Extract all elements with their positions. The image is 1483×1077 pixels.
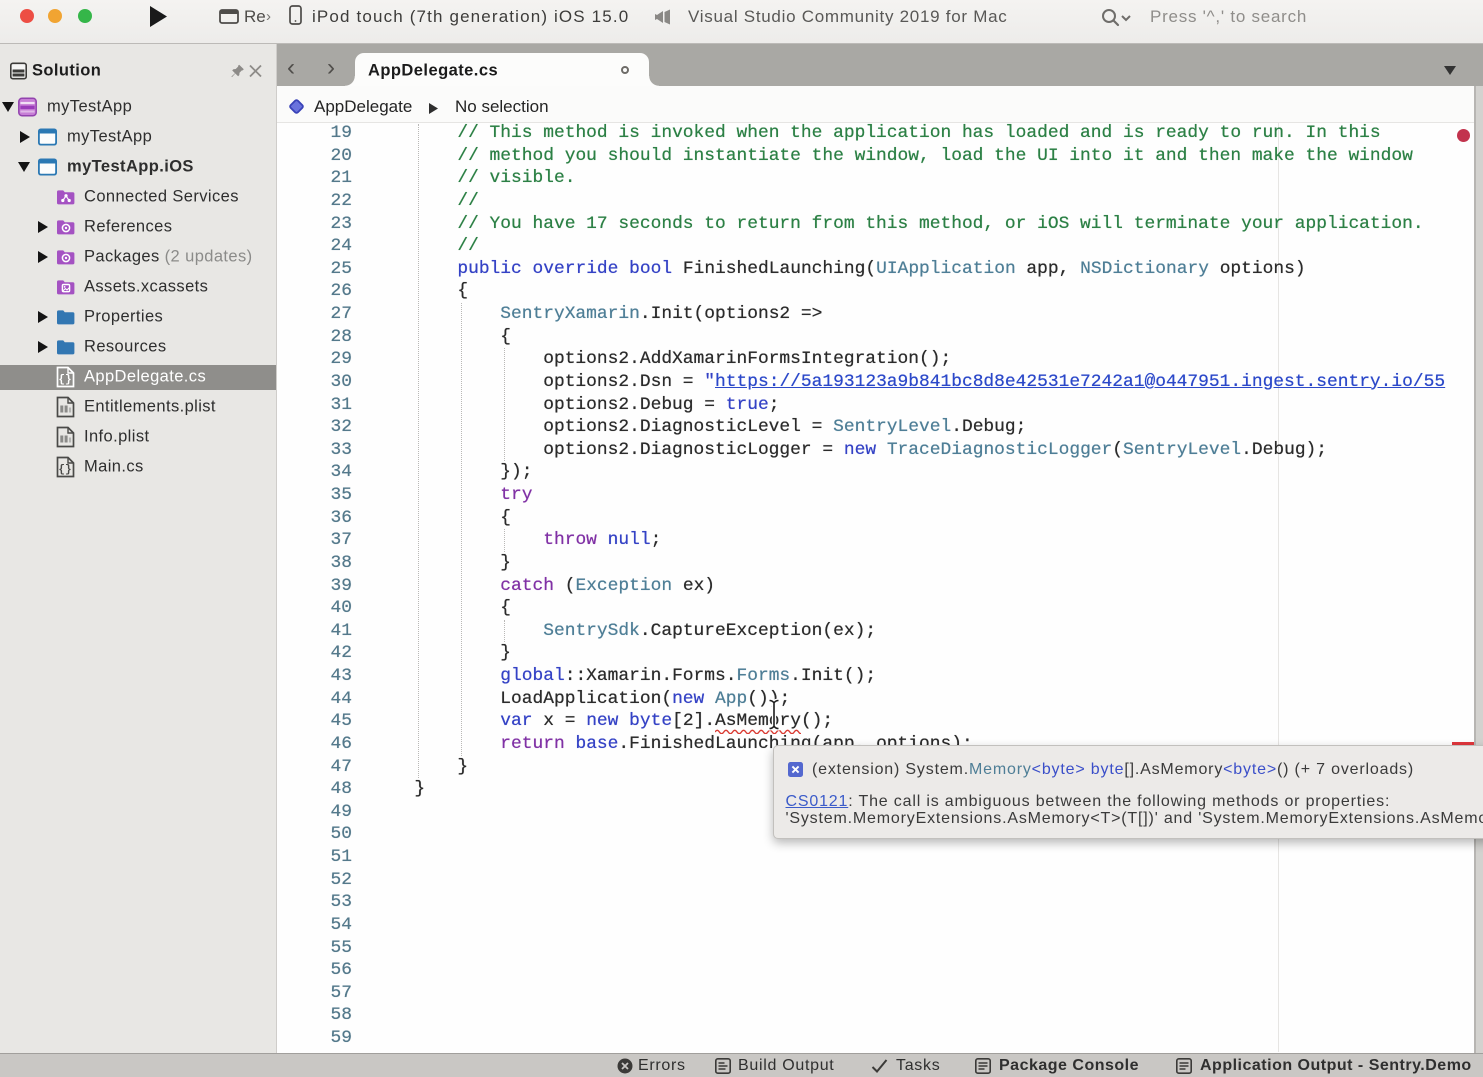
svg-text:{}: {}	[58, 464, 71, 476]
svg-text:{}: {}	[58, 374, 71, 386]
